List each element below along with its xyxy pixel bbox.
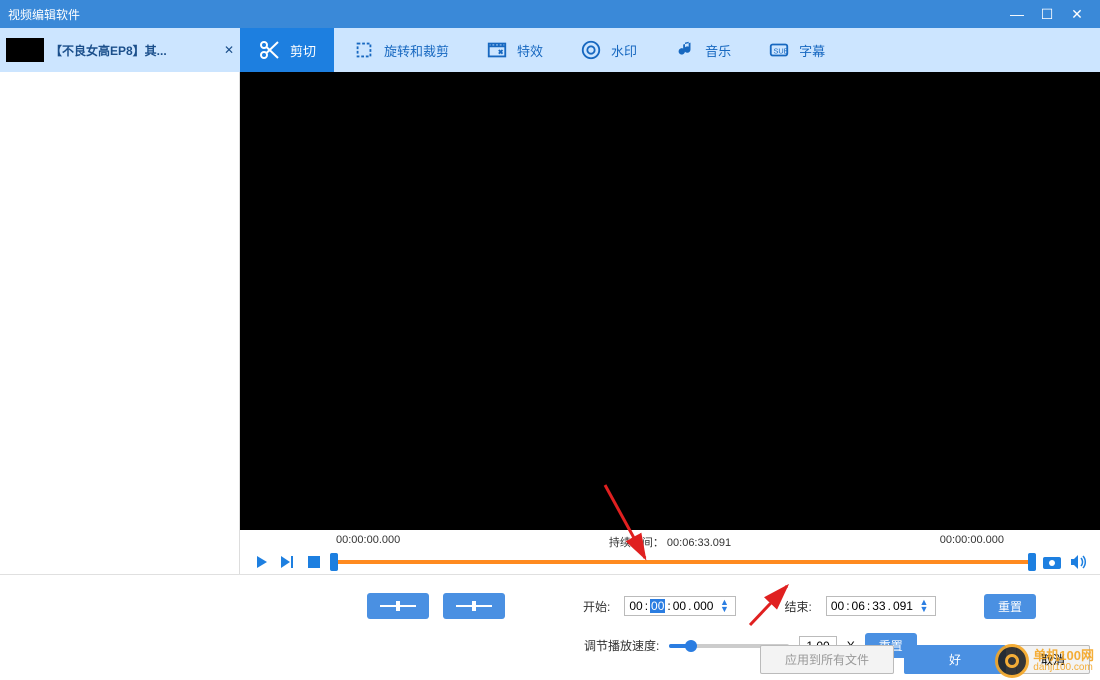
tab-watermark[interactable]: 水印 [561,28,655,72]
set-end-button[interactable] [443,593,505,619]
tab-subtitle[interactable]: SUB 字幕 [749,28,843,72]
apply-all-button[interactable]: 应用到所有文件 [760,645,894,674]
start-label: 开始: [583,598,610,615]
svg-text:SUB: SUB [774,47,789,56]
duration-label: 持续时间： [609,537,664,549]
file-name: 【不良女高EP8】其... [50,42,218,59]
set-start-button[interactable] [367,593,429,619]
duration-value: 00:06:33.091 [667,537,731,549]
trim-start-handle[interactable] [330,553,338,571]
snapshot-button[interactable] [1042,552,1062,572]
end-label: 结束: [784,598,811,615]
end-time-input[interactable]: 00:06:33.091 ▲▼ [826,596,936,616]
start-spinner[interactable]: ▲▼ [717,599,731,613]
titlebar: 视频编辑软件 — ☐ ✕ [0,0,1100,28]
timeline: 00:00:00.000 持续时间： 00:06:33.091 00:00:00… [240,530,1100,574]
timeline-track[interactable] [330,557,1036,567]
tab-cut[interactable]: 剪切 [240,28,334,72]
timeline-end-time: 00:00:00.000 [940,534,1004,550]
tab-effect[interactable]: 特效 [467,28,561,72]
file-close-icon[interactable]: ✕ [224,43,234,57]
start-time-input[interactable]: 00:00:00.000 ▲▼ [624,596,736,616]
end-spinner[interactable]: ▲▼ [917,599,931,613]
sidebar [0,72,240,574]
tab-rotate[interactable]: 旋转和裁剪 [334,28,467,72]
footer: 应用到所有文件 好 取消 [760,645,1090,674]
stop-button[interactable] [304,552,324,572]
subtitle-icon: SUB [767,38,791,62]
toolbar: 【不良女高EP8】其... ✕ 剪切 旋转和裁剪 特效 水印 音乐 SUB 字幕 [0,28,1100,72]
music-icon [673,38,697,62]
watermark-icon [579,38,603,62]
reset-trim-button[interactable]: 重置 [984,594,1036,619]
tab-music[interactable]: 音乐 [655,28,749,72]
minimize-button[interactable]: — [1002,6,1032,22]
maximize-button[interactable]: ☐ [1032,6,1062,23]
ok-button[interactable]: 好 [904,645,1006,674]
speed-label: 调节播放速度: [584,637,659,654]
play-segment-button[interactable] [278,552,298,572]
timeline-start-time: 00:00:00.000 [336,534,400,550]
volume-button[interactable] [1068,552,1088,572]
video-preview[interactable] [240,72,1100,530]
trim-end-handle[interactable] [1028,553,1036,571]
scissors-icon [258,38,282,62]
cancel-button[interactable]: 取消 [1016,645,1090,674]
effect-icon [485,38,509,62]
file-thumbnail [6,38,44,62]
crop-icon [352,38,376,62]
play-button[interactable] [252,552,272,572]
close-button[interactable]: ✕ [1062,6,1092,23]
file-tab[interactable]: 【不良女高EP8】其... ✕ [0,28,240,72]
window-title: 视频编辑软件 [8,6,80,23]
